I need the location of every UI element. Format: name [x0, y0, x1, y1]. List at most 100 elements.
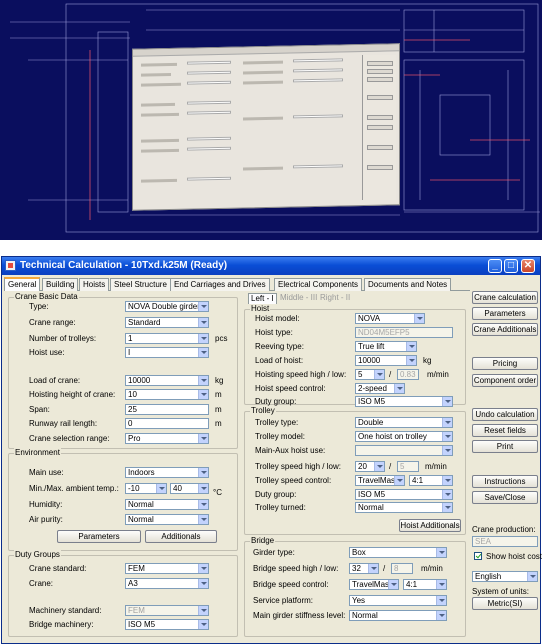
- load-select[interactable]: 10000: [125, 375, 209, 386]
- trolleys-select[interactable]: 1: [125, 333, 209, 344]
- trolley-speed-high-select[interactable]: 20: [355, 461, 385, 472]
- photo-mini-field: [187, 100, 231, 105]
- title-bar[interactable]: Technical Calculation - 10Txd.k25M (Read…: [2, 257, 540, 275]
- crane-standard-select[interactable]: FEM: [125, 563, 209, 574]
- hoisting-speed-low-field[interactable]: 0.83: [397, 369, 419, 380]
- hoist-additionals-button[interactable]: Hoist Additionals: [399, 519, 461, 532]
- humidity-select[interactable]: Normal: [125, 499, 209, 510]
- photo-cad-monitor: [0, 0, 542, 240]
- subtab-right[interactable]: Right - II: [320, 293, 350, 302]
- hoisting-height-select[interactable]: 10: [125, 389, 209, 400]
- trolley-duty-select[interactable]: ISO M5: [355, 489, 453, 500]
- hoist-model-select[interactable]: NOVA: [355, 313, 425, 324]
- trolley-control-select[interactable]: TravelMaster: [355, 475, 405, 486]
- photo-mini-field: [187, 136, 231, 141]
- machinery-standard-select[interactable]: FEM: [125, 605, 209, 616]
- photo-mini-field: [187, 110, 231, 115]
- tab-end-carriages[interactable]: End Carriages and Drives: [170, 278, 270, 291]
- temp-max-select[interactable]: 40: [170, 483, 209, 494]
- hoist-use-select[interactable]: I: [125, 347, 209, 358]
- trolley-type-select[interactable]: Double: [355, 417, 453, 428]
- trolley-model-select[interactable]: One hoist on trolley: [355, 431, 453, 442]
- chevron-down-icon: [198, 515, 208, 524]
- pricing-button[interactable]: Pricing: [472, 357, 538, 370]
- bridge-control-select[interactable]: TravelMaster: [349, 579, 399, 590]
- reeving-label: Reeving type:: [255, 342, 304, 351]
- main-aux-select[interactable]: [355, 445, 453, 456]
- hoist-type-field[interactable]: ND04M5EFP5: [355, 327, 453, 338]
- hoist-load-select[interactable]: 10000: [355, 355, 417, 366]
- humidity-label: Humidity:: [29, 500, 63, 509]
- main-use-select[interactable]: Indoors: [125, 467, 209, 478]
- photo-mini-button: [367, 165, 393, 170]
- crane-production-field[interactable]: SEA: [472, 536, 538, 547]
- bridge-machinery-select[interactable]: ISO M5: [125, 619, 209, 630]
- save-close-button[interactable]: Save/Close: [472, 491, 538, 504]
- crane-range-select[interactable]: Standard: [125, 317, 209, 328]
- speed-separator: /: [383, 564, 386, 573]
- tab-electrical-components[interactable]: Electrical Components: [274, 278, 363, 291]
- subtab-left[interactable]: Left - I: [248, 293, 277, 304]
- photo-mini-row: [141, 112, 179, 117]
- chevron-down-icon: [388, 580, 398, 589]
- tab-general[interactable]: General: [4, 277, 41, 291]
- instructions-button[interactable]: Instructions: [472, 475, 538, 488]
- temp-unit: °C: [213, 488, 222, 497]
- tab-hoists[interactable]: Hoists: [79, 278, 110, 291]
- crane-duty-select[interactable]: A3: [125, 578, 209, 589]
- hoist-duty-value: ISO M5: [358, 397, 386, 406]
- hoist-duty-select[interactable]: ISO M5: [355, 396, 453, 407]
- close-button[interactable]: ✕: [521, 259, 535, 273]
- span-input[interactable]: 25: [125, 404, 209, 415]
- trolley-speed-low-field[interactable]: 5: [397, 461, 419, 472]
- show-hoist-cost-checkbox[interactable]: [474, 552, 482, 560]
- minimize-button[interactable]: _: [488, 259, 502, 273]
- hoisting-speed-high-select[interactable]: 5: [355, 369, 385, 380]
- component-order-button[interactable]: Component order: [472, 374, 538, 387]
- chevron-down-icon: [414, 314, 424, 323]
- crane-type-select[interactable]: NOVA Double girder: [125, 301, 209, 312]
- bridge-speed-low-field[interactable]: 8: [391, 563, 413, 574]
- air-purity-select[interactable]: Normal: [125, 514, 209, 525]
- metric-units-button[interactable]: Metric(SI): [472, 597, 538, 610]
- environment-additionals-button[interactable]: Additionals: [145, 530, 217, 543]
- environment-parameters-button[interactable]: Parameters: [57, 530, 141, 543]
- bridge-ratio-select[interactable]: 4:1: [403, 579, 447, 590]
- hoist-group: Hoist Hoist model: NOVA Hoist type: ND04…: [244, 304, 466, 407]
- stiffness-select[interactable]: Normal: [349, 610, 447, 621]
- photo-mini-row: [141, 178, 177, 183]
- bridge-speed-high-select[interactable]: 32: [349, 563, 379, 574]
- chevron-down-icon: [198, 376, 208, 385]
- reeving-select[interactable]: True lift: [355, 341, 417, 352]
- print-button[interactable]: Print: [472, 440, 538, 453]
- crane-additionals-button[interactable]: Crane Additionals: [472, 323, 538, 336]
- tab-steel-structure[interactable]: Steel Structure: [110, 278, 171, 291]
- crane-duty-label: Crane:: [29, 579, 54, 588]
- subtab-middle[interactable]: Middle - III: [280, 293, 317, 302]
- chevron-down-icon: [442, 490, 452, 499]
- crane-range-label: Crane range:: [29, 318, 76, 327]
- runway-input[interactable]: 0: [125, 418, 209, 429]
- undo-calculation-button[interactable]: Undo calculation: [472, 408, 538, 421]
- tab-documents-notes[interactable]: Documents and Notes: [364, 278, 452, 291]
- crane-calculation-button[interactable]: Crane calculation: [472, 291, 538, 304]
- photo-mini-field: [293, 58, 343, 63]
- bridge-group: Bridge Girder type: Box Bridge speed hig…: [244, 536, 466, 637]
- duty-groups-group: Duty Groups Crane standard: FEM Crane: A…: [8, 550, 238, 637]
- group-title: Crane Basic Data: [14, 292, 79, 301]
- photo-mini-field: [293, 114, 343, 119]
- app-icon: [5, 260, 16, 271]
- language-select[interactable]: English: [472, 571, 538, 582]
- trolley-ratio-select[interactable]: 4:1: [409, 475, 453, 486]
- chevron-down-icon: [198, 468, 208, 477]
- tab-building[interactable]: Building: [42, 278, 79, 291]
- trolley-turned-select[interactable]: Normal: [355, 502, 453, 513]
- maximize-button[interactable]: □: [504, 259, 518, 273]
- reset-fields-button[interactable]: Reset fields: [472, 424, 538, 437]
- temp-min-select[interactable]: -10: [125, 483, 167, 494]
- selection-range-select[interactable]: Pro: [125, 433, 209, 444]
- girder-type-select[interactable]: Box: [349, 547, 447, 558]
- parameters-button[interactable]: Parameters: [472, 307, 538, 320]
- hoist-speed-control-select[interactable]: 2-speed: [355, 383, 405, 394]
- service-platform-select[interactable]: Yes: [349, 595, 447, 606]
